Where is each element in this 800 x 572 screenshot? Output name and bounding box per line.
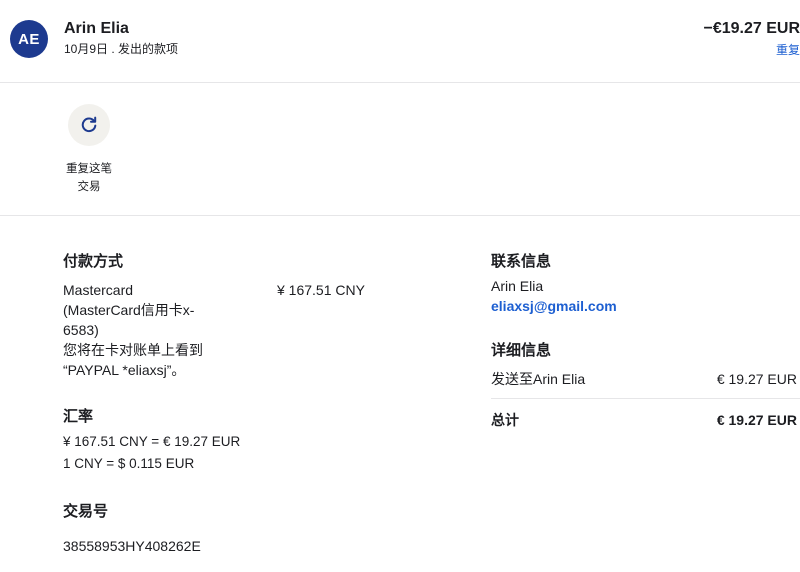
payment-method-line: 6583) xyxy=(63,322,99,338)
details-title: 详细信息 xyxy=(491,342,552,359)
transaction-id-value: 38558953HY408262E xyxy=(63,538,201,554)
actions-bar: 重复这笔 交易 xyxy=(0,82,800,216)
transaction-id-title: 交易号 xyxy=(63,503,109,520)
sent-to-amount: € 19.27 EUR xyxy=(716,371,797,387)
exchange-rate-line: 1 CNY = $ 0.115 EUR xyxy=(63,456,195,471)
repeat-transaction-button[interactable] xyxy=(68,104,110,146)
transaction-subtitle: 10月9日 . 发出的款项 xyxy=(64,42,179,56)
contact-info-title: 联系信息 xyxy=(491,253,552,270)
recipient-name: Arin Elia xyxy=(64,20,129,37)
repeat-label-line1: 重复这笔 xyxy=(66,163,112,175)
exchange-rate-title: 汇率 xyxy=(63,408,94,425)
transaction-amount: −€19.27 EUR xyxy=(703,20,800,37)
payment-method-line: Mastercard xyxy=(63,282,134,298)
repeat-transaction-label: 重复这笔 交易 xyxy=(52,160,126,196)
payment-method-title: 付款方式 xyxy=(63,253,124,270)
avatar: AE xyxy=(10,20,48,58)
total-amount: € 19.27 EUR xyxy=(716,412,797,428)
details-divider xyxy=(491,398,800,399)
payment-method-line: “PAYPAL *eliaxsj”。 xyxy=(63,362,186,378)
exchange-rate-line: ¥ 167.51 CNY = € 19.27 EUR xyxy=(63,434,241,449)
sent-to-label: 发送至Arin Elia xyxy=(491,371,586,387)
repeat-link[interactable]: 重复 xyxy=(776,41,800,58)
repeat-label-line2: 交易 xyxy=(77,181,101,193)
total-label: 总计 xyxy=(491,412,519,428)
contact-name: Arin Elia xyxy=(491,278,544,294)
transaction-header: AE Arin Elia 10月9日 . 发出的款项 −€19.27 EUR 重… xyxy=(0,0,800,83)
payment-method-line: (MasterCard信用卡x- xyxy=(63,302,195,318)
contact-email-link[interactable]: eliaxsj@gmail.com xyxy=(491,296,617,316)
refresh-icon xyxy=(81,116,97,133)
payment-method-line: 您将在卡对账单上看到 xyxy=(63,342,203,358)
payment-method-amount: ¥ 167.51 CNY xyxy=(277,282,365,298)
payment-method-details: Mastercard (MasterCard信用卡x- 6583) 您将在卡对账… xyxy=(63,280,238,380)
